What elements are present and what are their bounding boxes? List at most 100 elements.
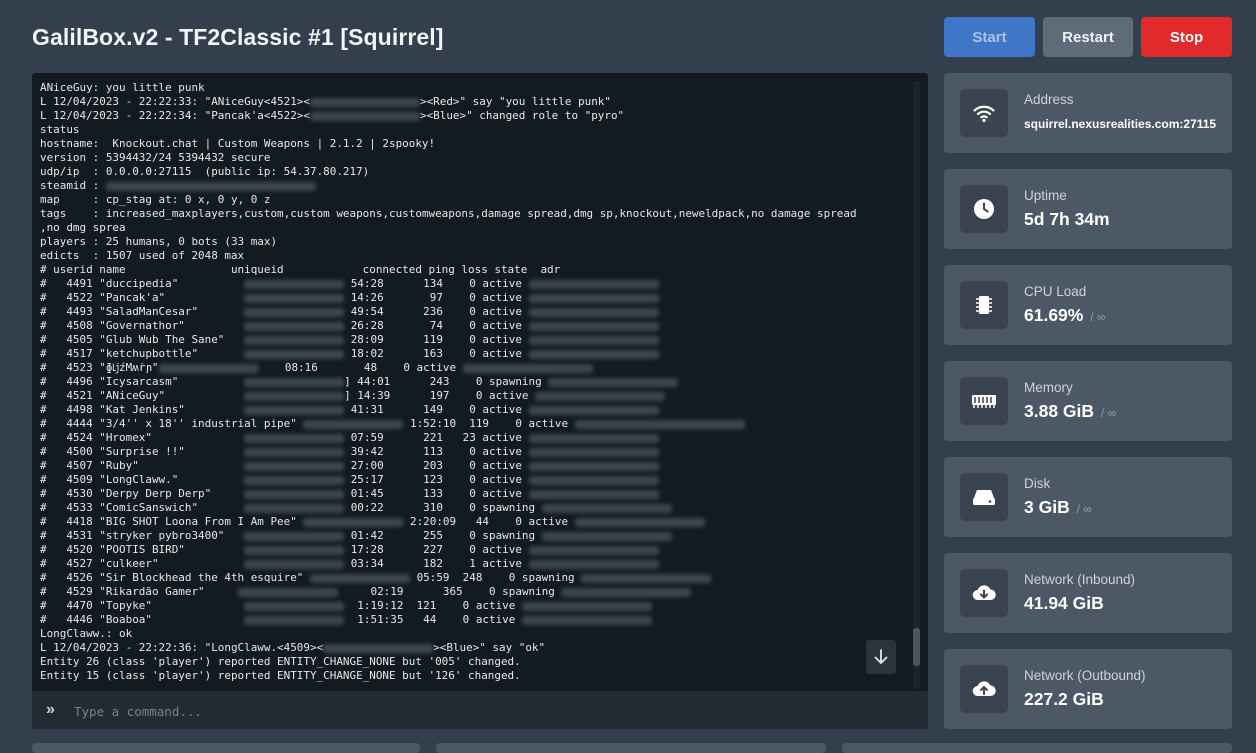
arrow-down-icon — [874, 649, 888, 664]
command-input[interactable] — [72, 699, 906, 723]
console-line: # 4529 "Rikardão Gamer" 02:19 365 0 spaw… — [40, 585, 912, 599]
redacted-text — [244, 279, 345, 289]
console-line: # 4418 "BIG SHOT Loona From I Am Pee" 2:… — [40, 515, 912, 529]
redacted-text — [521, 601, 652, 611]
console-line: L 12/04/2023 - 22:22:36: "LongClaww.<450… — [40, 641, 546, 654]
chevrons-right-icon: » — [46, 701, 55, 718]
console-line: edicts : 1507 used of 2048 max — [40, 249, 245, 262]
redacted-text — [462, 363, 593, 373]
console-scrollbar-thumb[interactable] — [913, 628, 920, 666]
redacted-text — [528, 293, 659, 303]
redacted-text — [528, 307, 659, 317]
console-line: version : 5394432/24 5394432 secure — [40, 151, 271, 164]
redacted-text — [309, 111, 420, 121]
console-line: Entity 15 (class 'player') reported ENTI… — [40, 669, 521, 682]
redacted-text — [244, 601, 345, 611]
redacted-text — [244, 447, 345, 457]
redacted-text — [244, 433, 345, 443]
console-line: # 4522 "Pancak'a" 14:26 97 0 active — [40, 291, 912, 305]
console-line: # 4493 "SaladManCesar" 49:54 236 0 activ… — [40, 305, 912, 319]
redacted-text — [244, 349, 345, 359]
stat-label: Address — [1024, 92, 1074, 107]
scroll-to-bottom-button[interactable] — [866, 640, 896, 674]
redacted-text — [244, 489, 345, 499]
redacted-text — [574, 419, 745, 429]
console-line: # 4520 "POOTIS BIRD" 17:28 227 0 active — [40, 543, 912, 557]
stat-card-cpu: CPU Load 61.69% / ∞ — [944, 265, 1232, 345]
bottom-panel-3 — [842, 743, 1232, 753]
stat-value: 3.88 GiB / ∞ — [1024, 401, 1117, 421]
console-scrollbar[interactable] — [913, 81, 920, 689]
redacted-text — [309, 573, 410, 583]
redacted-text — [244, 545, 345, 555]
console-panel: ANiceGuy: you little punk L 12/04/2023 - … — [32, 73, 928, 729]
redacted-text — [541, 503, 672, 513]
redacted-text — [244, 377, 345, 387]
stat-label: Network (Outbound) — [1024, 668, 1146, 683]
redacted-text — [244, 615, 345, 625]
console-line: # 4509 "LongClaww." 25:17 123 0 active — [40, 473, 912, 487]
stat-value: squirrel.nexusrealities.com:27115 — [1024, 117, 1217, 131]
redacted-text — [309, 97, 420, 107]
console-line: # 4508 "Governathor" 26:28 74 0 active — [40, 319, 912, 333]
bottom-panel-2 — [436, 743, 826, 753]
console-line: # 4491 "duccipedia" 54:28 134 0 active — [40, 277, 912, 291]
redacted-text — [158, 363, 259, 373]
page-title: GalilBox.v2 - TF2Classic #1 [Squirrel] — [32, 24, 444, 50]
stat-value: 5d 7h 34m — [1024, 209, 1110, 229]
console-line: # userid name uniqueid connected ping lo… — [40, 263, 561, 276]
console-line: L 12/04/2023 - 22:22:34: "Pancak'a<4522>… — [40, 109, 625, 122]
redacted-text — [535, 391, 666, 401]
redacted-text — [528, 349, 659, 359]
redacted-text — [244, 391, 345, 401]
redacted-text — [105, 181, 316, 191]
console-line: # 4527 "culkeer" 03:34 182 1 active — [40, 557, 912, 571]
console-line: # 4533 "ComicSanswich" 00:22 310 0 spawn… — [40, 501, 912, 515]
redacted-text — [244, 461, 345, 471]
restart-button[interactable]: Restart — [1043, 17, 1133, 57]
stat-card-uptime: Uptime 5d 7h 34m — [944, 169, 1232, 249]
console-line: players : 25 humans, 0 bots (33 max) — [40, 235, 278, 248]
stop-button[interactable]: Stop — [1141, 17, 1232, 57]
redacted-text — [528, 489, 659, 499]
start-button[interactable]: Start — [944, 17, 1035, 57]
console-line: hostname: Knockout.chat | Custom Weapons… — [40, 137, 436, 150]
redacted-text — [244, 307, 345, 317]
redacted-text — [528, 405, 659, 415]
stat-value: 41.94 GiB — [1024, 593, 1104, 613]
redacted-text — [323, 643, 434, 653]
bottom-panel-1 — [32, 743, 420, 753]
redacted-text — [303, 419, 404, 429]
clock-icon — [960, 185, 1008, 233]
redacted-text — [548, 377, 679, 387]
console-line: # 4517 "ketchupbottle" 18:02 163 0 activ… — [40, 347, 912, 361]
cpu-chip-icon — [960, 281, 1008, 329]
console-line: # 4521 "ANiceGuy" ] 14:39 197 0 active — [40, 389, 912, 403]
console-line: # 4505 "Glub Wub The Sane" 28:09 119 0 a… — [40, 333, 912, 347]
console-line: ,no dmg sprea — [40, 221, 126, 234]
console-line: ANiceGuy: you little punk — [40, 81, 205, 94]
redacted-text — [244, 531, 345, 541]
stat-label: Disk — [1024, 476, 1051, 491]
console-line: L 12/04/2023 - 22:22:33: "ANiceGuy<4521>… — [40, 95, 611, 108]
redacted-text — [528, 447, 659, 457]
redacted-text — [244, 335, 345, 345]
console-line: LongClaww.: ok — [40, 627, 133, 640]
console-line: # 4523 "ɸǈźΜʍṙɲ" 08:16 48 0 active — [40, 361, 912, 375]
console-line: status — [40, 123, 80, 136]
redacted-text — [528, 321, 659, 331]
redacted-text — [528, 279, 659, 289]
console-line: udp/ip : 0.0.0.0:27115 (public ip: 54.37… — [40, 165, 370, 178]
console-line: Entity 26 (class 'player') reported ENTI… — [40, 655, 521, 668]
redacted-text — [528, 433, 659, 443]
wifi-icon — [960, 89, 1008, 137]
console-line: # 4500 "Surprise !!" 39:42 113 0 active — [40, 445, 912, 459]
console-line: tags : increased_maxplayers,custom,custo… — [40, 207, 857, 220]
stat-card-disk: Disk 3 GiB / ∞ — [944, 457, 1232, 537]
stat-value: 3 GiB / ∞ — [1024, 497, 1092, 517]
redacted-text — [244, 503, 345, 513]
console-line: # 4507 "Ruby" 27:00 203 0 active — [40, 459, 912, 473]
redacted-text — [528, 559, 659, 569]
redacted-text — [528, 335, 659, 345]
redacted-text — [237, 587, 338, 597]
